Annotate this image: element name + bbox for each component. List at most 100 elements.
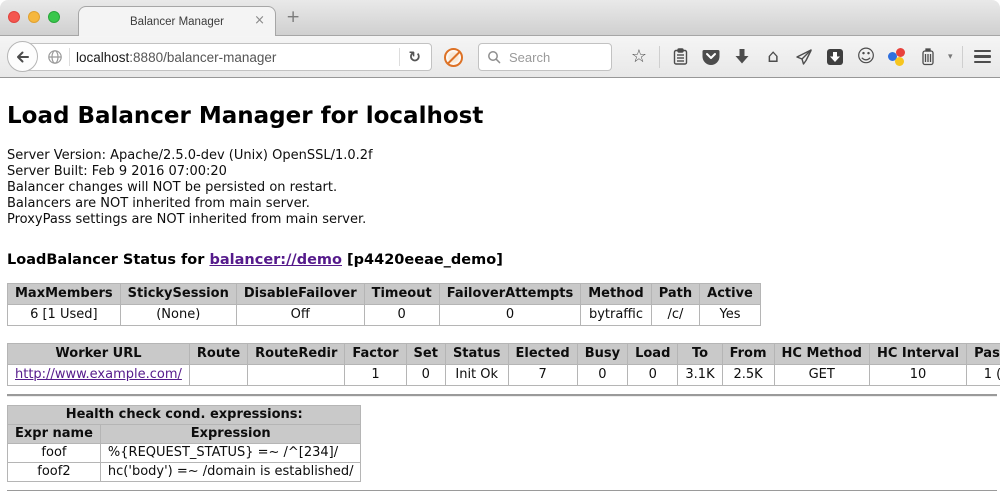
cell-expression: %{REQUEST_STATUS} =~ /^[234]/ — [100, 444, 361, 463]
plugin-blocked-icon[interactable] — [444, 48, 463, 67]
tab-close-icon[interactable]: × — [254, 14, 265, 28]
cell-factor: 1 — [345, 365, 406, 386]
cell-expr-name: foof2 — [8, 463, 101, 482]
col-worker-url: Worker URL — [8, 344, 190, 365]
window-controls — [8, 11, 60, 23]
menu-button[interactable] — [972, 50, 994, 64]
health-check-table: Health check cond. expressions: Expr nam… — [7, 405, 361, 482]
page-content: Load Balancer Manager for localhost Serv… — [0, 103, 1000, 491]
col-active: Active — [700, 284, 761, 305]
table-header-row: Expr name Expression — [8, 425, 361, 444]
col-load: Load — [628, 344, 678, 365]
cell-expr-name: foof — [8, 444, 101, 463]
table-title-row: Health check cond. expressions: — [8, 406, 361, 425]
navigation-toolbar: localhost:8880/balancer-manager ↻ ☆ — [0, 36, 1000, 78]
reload-icon[interactable]: ↻ — [408, 48, 421, 66]
cell-disablefailover: Off — [236, 305, 364, 326]
col-routeredir: RouteRedir — [248, 344, 345, 365]
col-expr-name: Expr name — [8, 425, 101, 444]
cell-stickysession: (None) — [120, 305, 236, 326]
cell-hc-interval: 10 — [869, 365, 966, 386]
cell-routeredir — [248, 365, 345, 386]
window-minimize-button[interactable] — [28, 11, 40, 23]
balancer-settings-table: MaxMembers StickySession DisableFailover… — [7, 283, 761, 326]
tab-bar: Balancer Manager × + — [0, 0, 1000, 36]
url-text[interactable]: localhost:8880/balancer-manager — [76, 50, 276, 65]
home-icon[interactable]: ⌂ — [762, 48, 784, 66]
server-built-line: Server Built: Feb 9 2016 07:00:20 — [7, 164, 1000, 180]
cell-to: 3.1K — [678, 365, 722, 386]
send-plane-icon[interactable] — [793, 48, 815, 66]
table-row: http://www.example.com/ 1 0 Init Ok 7 0 … — [8, 365, 1000, 386]
url-divider — [69, 48, 70, 66]
col-passes: Passes — [967, 344, 1000, 365]
search-bar[interactable] — [478, 43, 612, 71]
back-button[interactable] — [7, 41, 38, 72]
url-divider — [399, 48, 400, 66]
tab-title: Balancer Manager — [130, 16, 224, 28]
hello-smiley-icon[interactable]: ☺ — [855, 48, 877, 66]
cell-method: bytraffic — [581, 305, 651, 326]
chevron-down-icon[interactable]: ▾ — [948, 52, 953, 62]
cell-status: Init Ok — [445, 365, 508, 386]
cell-worker-url: http://www.example.com/ — [8, 365, 190, 386]
search-input[interactable] — [507, 49, 597, 66]
colored-dots-addon-icon[interactable] — [886, 48, 908, 66]
col-stickysession: StickySession — [120, 284, 236, 305]
video-download-helper-icon[interactable] — [824, 48, 846, 66]
pocket-icon[interactable] — [700, 48, 722, 66]
table-row: foof %{REQUEST_STATUS} =~ /^[234]/ — [8, 444, 361, 463]
window-close-button[interactable] — [8, 11, 20, 23]
health-table-title: Health check cond. expressions: — [8, 406, 361, 425]
tab-balancer-manager[interactable]: Balancer Manager × — [78, 6, 276, 36]
col-busy: Busy — [577, 344, 627, 365]
col-elected: Elected — [508, 344, 577, 365]
horizontal-rule — [7, 394, 997, 397]
bookmark-star-icon[interactable]: ☆ — [628, 48, 650, 66]
clipboard-icon[interactable] — [669, 48, 691, 66]
balancer-demo-link[interactable]: balancer://demo — [209, 252, 342, 268]
toolbar-divider — [962, 46, 963, 68]
table-header-row: MaxMembers StickySession DisableFailover… — [8, 284, 761, 305]
cell-maxmembers: 6 [1 Used] — [8, 305, 121, 326]
col-from: From — [722, 344, 774, 365]
col-disablefailover: DisableFailover — [236, 284, 364, 305]
cell-failoverattempts: 0 — [439, 305, 581, 326]
persist-note-line: Balancer changes will NOT be persisted o… — [7, 180, 1000, 196]
browser-window: Balancer Manager × + localhost:8880/bala… — [0, 0, 1000, 491]
cell-set: 0 — [406, 365, 445, 386]
container-battery-icon[interactable] — [917, 48, 939, 66]
col-to: To — [678, 344, 722, 365]
url-domain: localhost — [76, 50, 129, 65]
table-header-row: Worker URL Route RouteRedir Factor Set S… — [8, 344, 1000, 365]
cell-route — [189, 365, 247, 386]
table-row: foof2 hc('body') =~ /domain is establish… — [8, 463, 361, 482]
col-timeout: Timeout — [364, 284, 439, 305]
col-path: Path — [651, 284, 699, 305]
cell-hc-method: GET — [774, 365, 869, 386]
col-hc-method: HC Method — [774, 344, 869, 365]
url-bar[interactable]: localhost:8880/balancer-manager ↻ — [22, 43, 432, 71]
cell-active: Yes — [700, 305, 761, 326]
window-zoom-button[interactable] — [48, 11, 60, 23]
cell-expression: hc('body') =~ /domain is established/ — [100, 463, 361, 482]
worker-url-link[interactable]: http://www.example.com/ — [15, 367, 182, 382]
toolbar-icons: ☆ ⌂ — [628, 36, 1000, 77]
col-hc-interval: HC Interval — [869, 344, 966, 365]
col-route: Route — [189, 344, 247, 365]
cell-elected: 7 — [508, 365, 577, 386]
worker-status-table: Worker URL Route RouteRedir Factor Set S… — [7, 343, 1000, 386]
balancer-status-heading: LoadBalancer Status for balancer://demo … — [7, 252, 1000, 268]
col-maxmembers: MaxMembers — [8, 284, 121, 305]
table-row: 6 [1 Used] (None) Off 0 0 bytraffic /c/ … — [8, 305, 761, 326]
site-identity-globe-icon[interactable] — [47, 49, 63, 65]
cell-busy: 0 — [577, 365, 627, 386]
col-set: Set — [406, 344, 445, 365]
balancers-note-line: Balancers are NOT inherited from main se… — [7, 196, 1000, 212]
cell-from: 2.5K — [722, 365, 774, 386]
url-path: :8880/balancer-manager — [129, 50, 276, 65]
downloads-icon[interactable] — [731, 48, 753, 65]
status-heading-prefix: LoadBalancer Status for — [7, 252, 209, 268]
cell-passes: 1 (0) — [967, 365, 1000, 386]
new-tab-button[interactable]: + — [286, 9, 300, 26]
